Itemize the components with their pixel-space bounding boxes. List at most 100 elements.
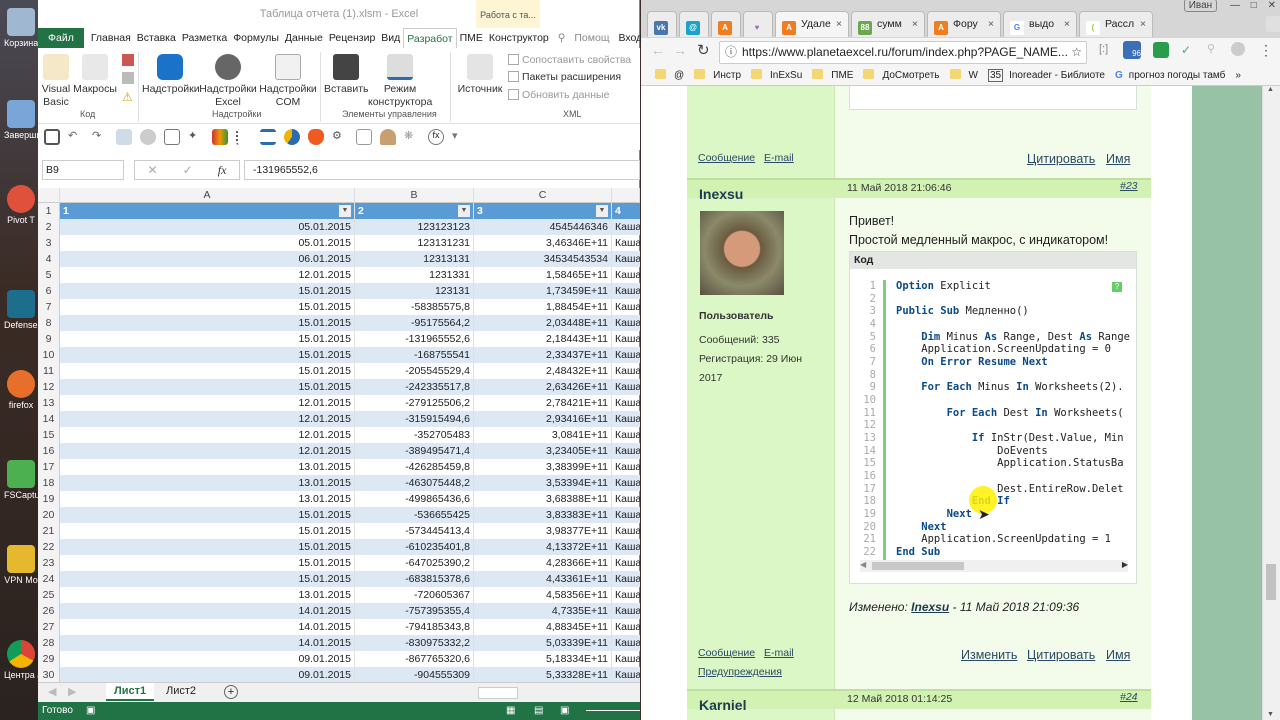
cell[interactable]: Каша <box>612 411 640 427</box>
more-bookmarks-button[interactable]: » <box>1235 66 1241 85</box>
cell[interactable]: -536655425 <box>355 507 474 523</box>
desktop-icon-shutdown[interactable]: Заверши <box>4 100 38 140</box>
cell[interactable]: -315915494,6 <box>355 411 474 427</box>
cell[interactable]: 1231331 <box>355 267 474 283</box>
refresh-data-button[interactable]: Обновить данные <box>508 89 609 101</box>
save-icon[interactable] <box>44 129 60 145</box>
sheet-tab-2[interactable]: Лист2 <box>160 683 202 700</box>
insert-control-button[interactable]: Вставить <box>324 52 369 96</box>
cell[interactable]: 123123123 <box>355 219 474 235</box>
filter-dropdown-icon[interactable]: ▼ <box>458 205 470 217</box>
cell[interactable]: 15.01.2015 <box>60 523 355 539</box>
cell[interactable]: 13.01.2015 <box>60 459 355 475</box>
prev-message-link[interactable]: Сообщение <box>698 152 755 164</box>
cell[interactable]: 123131231 <box>355 235 474 251</box>
forward-icon[interactable]: → <box>673 42 687 58</box>
extension-robot-icon[interactable] <box>1153 42 1169 58</box>
addins-button[interactable]: Надстройки <box>142 52 200 96</box>
cell[interactable]: 3,0841E+11 <box>474 427 612 443</box>
column-header-c[interactable]: C <box>474 188 612 203</box>
cell[interactable]: Каша <box>612 603 640 619</box>
cell[interactable]: -95175564,2 <box>355 315 474 331</box>
copy-icon[interactable] <box>164 129 180 145</box>
prev-sheet-icon[interactable]: ◀ <box>48 685 56 698</box>
cell[interactable]: 34534543534 <box>474 251 612 267</box>
scroll-down-icon[interactable]: ▼ <box>1267 711 1274 718</box>
cell[interactable]: 13.01.2015 <box>60 475 355 491</box>
scroll-right-icon[interactable]: ▶ <box>1122 560 1128 569</box>
row-header[interactable]: 9 <box>38 331 60 347</box>
circle-icon[interactable] <box>116 129 132 145</box>
formula-input[interactable]: -131965552,6 <box>244 160 640 180</box>
gear-icon[interactable]: ⚙ <box>332 129 348 145</box>
form-icon[interactable] <box>356 129 372 145</box>
browser-tab[interactable]: vk <box>647 11 677 37</box>
cell[interactable]: 12313131 <box>355 251 474 267</box>
desktop-icon-firefox[interactable]: firefox <box>4 370 38 410</box>
cell[interactable]: 3,98377E+11 <box>474 523 612 539</box>
cell[interactable]: -904555309 <box>355 667 474 683</box>
cell[interactable]: 12.01.2015 <box>60 395 355 411</box>
circle-icon[interactable] <box>140 129 156 145</box>
cell[interactable]: 14.01.2015 <box>60 603 355 619</box>
bookmark-item[interactable]: 35 Inoreader - Библиоте <box>987 66 1105 85</box>
cell[interactable]: 2,78421E+11 <box>474 395 612 411</box>
row-header[interactable]: 24 <box>38 571 60 587</box>
desktop-icon-chrome[interactable]: Центра аппарат <box>4 640 38 680</box>
horizontal-scrollbar[interactable] <box>478 687 518 699</box>
code-help-icon[interactable]: ? <box>1112 282 1122 292</box>
extension-badge-96[interactable]: 96 <box>1123 41 1141 59</box>
new-tab-button[interactable] <box>1266 16 1280 32</box>
cell[interactable]: Каша <box>612 235 640 251</box>
row-header[interactable]: 19 <box>38 491 60 507</box>
macros-button[interactable]: Макросы <box>72 52 118 96</box>
next-post-author[interactable]: Karniel <box>699 697 746 713</box>
cell[interactable]: 2,18443E+11 <box>474 331 612 347</box>
cell[interactable]: 2,93416E+11 <box>474 411 612 427</box>
cell[interactable]: 1,58465E+11 <box>474 267 612 283</box>
cell[interactable]: Каша <box>612 283 640 299</box>
name-link[interactable]: Имя <box>1106 648 1130 662</box>
bookmark-item[interactable]: W <box>949 66 978 85</box>
expansion-packs-button[interactable]: Пакеты расширения <box>508 71 621 83</box>
select-all-corner[interactable] <box>38 188 60 203</box>
cell[interactable]: 5,33328E+11 <box>474 667 612 683</box>
cell[interactable]: -499865436,6 <box>355 491 474 507</box>
row-header[interactable]: 5 <box>38 267 60 283</box>
cell[interactable]: 2,03448E+11 <box>474 315 612 331</box>
cell[interactable]: 4,13372E+11 <box>474 539 612 555</box>
row-header[interactable]: 23 <box>38 555 60 571</box>
back-icon[interactable]: ← <box>651 42 665 58</box>
row-header[interactable]: 27 <box>38 619 60 635</box>
cell[interactable]: 3,83383E+11 <box>474 507 612 523</box>
menu-icon[interactable]: ⋮ <box>1259 42 1273 59</box>
cell[interactable]: -867765320,6 <box>355 651 474 667</box>
cell[interactable]: 4,43361E+11 <box>474 571 612 587</box>
cell[interactable]: Каша <box>612 619 640 635</box>
row-header[interactable]: 8 <box>38 315 60 331</box>
cell[interactable]: Каша <box>612 219 640 235</box>
cell[interactable]: -610235401,8 <box>355 539 474 555</box>
close-tab-icon[interactable]: × <box>1064 12 1070 36</box>
xml-source-button[interactable]: Источник <box>454 52 506 96</box>
tab-developer[interactable]: Разработ <box>403 27 457 49</box>
header-cell[interactable]: 3 ▼ <box>474 203 612 219</box>
header-cell[interactable]: 2 ▼ <box>355 203 474 219</box>
row-header[interactable]: 10 <box>38 347 60 363</box>
edit-link[interactable]: Изменить <box>961 648 1017 662</box>
scrollbar-thumb[interactable] <box>872 562 964 570</box>
pin-icon[interactable]: ✦ <box>188 129 204 145</box>
bookmark-star-icon[interactable]: ☆ <box>1071 42 1082 63</box>
author-avatar[interactable] <box>700 211 784 295</box>
cell[interactable]: 5,03339E+11 <box>474 635 612 651</box>
row-header[interactable]: 30 <box>38 667 60 683</box>
browser-tab[interactable]: A Фору × <box>927 11 1001 37</box>
tab-pme[interactable]: ПМЕ <box>457 28 486 48</box>
tab-help[interactable]: ⚲ Помощ <box>552 28 616 48</box>
cell[interactable]: Каша <box>612 651 640 667</box>
header-cell[interactable]: 1 ▼ <box>60 203 355 219</box>
profile-button[interactable]: Иван <box>1183 0 1218 12</box>
filter-dropdown-icon[interactable]: ▼ <box>596 205 608 217</box>
macro-record-icon[interactable]: ▣ <box>86 702 95 720</box>
row-header[interactable]: 12 <box>38 379 60 395</box>
